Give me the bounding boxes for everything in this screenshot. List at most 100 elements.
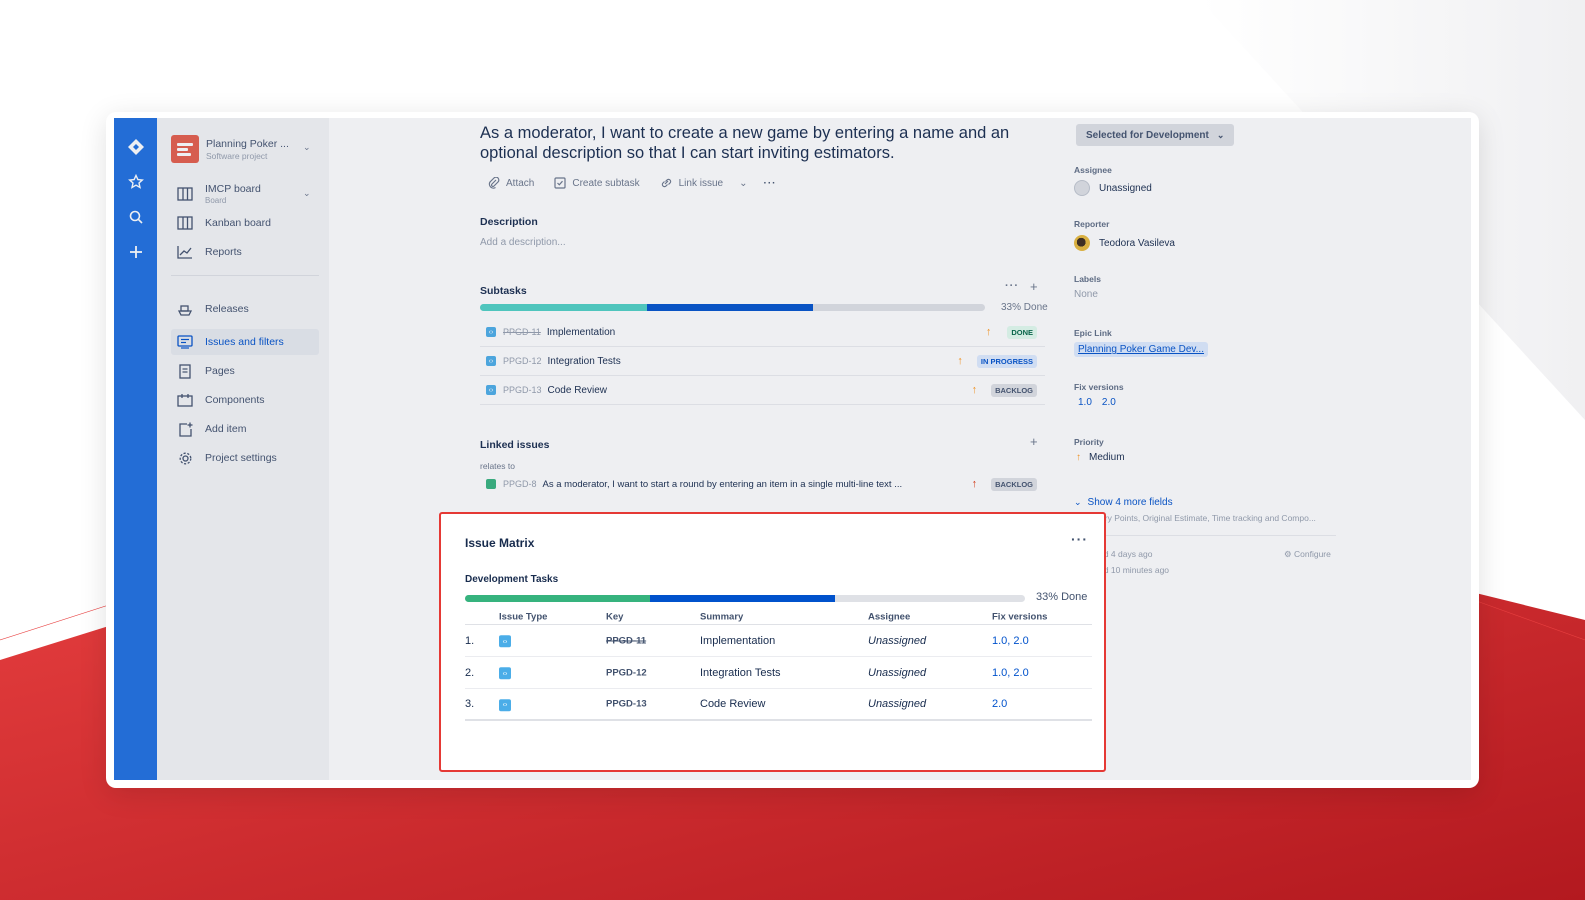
linked-issue-row[interactable]: PPGD-8 As a moderator, I want to start a… [480, 473, 1045, 495]
create-icon[interactable] [125, 241, 147, 263]
subtask-type-icon: ‹› [486, 385, 496, 395]
sidebar-item-label: Project settings [205, 452, 277, 464]
matrix-more-icon[interactable]: ··· [1071, 531, 1088, 547]
assignee-value: Unassigned [1099, 182, 1152, 194]
matrix-progress-label: 33% Done [1036, 591, 1088, 603]
subtask-summary[interactable]: Code Review [548, 385, 972, 396]
story-icon [486, 479, 496, 489]
show-more-fields-link[interactable]: ⌄ Show 4 more fields [1074, 497, 1173, 508]
fix-versions-link[interactable]: 1.0, 2.0 [992, 635, 1029, 647]
subtask-key[interactable]: PPGD-12 [503, 356, 542, 366]
issue-matrix-panel: Issue Matrix ··· Development Tasks 33% D… [439, 512, 1106, 772]
sidebar-item-label: Releases [205, 303, 249, 315]
sidebar-item-releases[interactable]: Releases [177, 300, 249, 318]
component-icon [177, 392, 193, 408]
sidebar-item-pages[interactable]: Pages [177, 362, 235, 380]
issue-key-link[interactable]: PPGD-11 [606, 635, 646, 646]
create-subtask-button[interactable]: Create subtask [546, 172, 647, 194]
subtask-key[interactable]: PPGD-11 [503, 327, 541, 337]
sidebar-item-kanban-board[interactable]: Kanban board [177, 214, 271, 232]
header-summary: Summary [700, 611, 744, 622]
fix-version-link[interactable]: 1.0 [1078, 397, 1092, 408]
chevron-down-icon[interactable]: ⌄ [303, 188, 311, 199]
fix-versions-field[interactable]: 1.0 2.0 [1074, 397, 1126, 408]
linked-issue-summary[interactable]: As a moderator, I want to start a round … [543, 479, 972, 490]
configure-link[interactable]: ⚙ Configure [1284, 549, 1331, 560]
status-value: Selected for Development [1086, 129, 1209, 141]
epic-link-tag[interactable]: Planning Poker Game Dev... [1074, 342, 1208, 357]
subtask-row[interactable]: ‹› PPGD-13 Code Review ↑ BACKLOG [480, 376, 1045, 405]
subtask-row[interactable]: ‹› PPGD-11 Implementation ↑ DONE [480, 318, 1045, 347]
subtask-row[interactable]: ‹› PPGD-12 Integration Tests ↑ IN PROGRE… [480, 347, 1045, 376]
jira-logo-icon[interactable] [125, 136, 147, 158]
create-subtask-label: Create subtask [572, 177, 640, 189]
epic-link-field[interactable]: Planning Poker Game Dev... [1074, 342, 1208, 357]
subtasks-progress-bar [480, 304, 985, 311]
subtasks-more-icon[interactable]: ··· [1005, 280, 1019, 292]
sidebar-item-issues-and-filters[interactable]: Issues and filters [177, 333, 284, 351]
status-badge[interactable]: BACKLOG [991, 477, 1037, 491]
subtask-summary[interactable]: Implementation [547, 327, 986, 338]
issue-summary[interactable]: Code Review [700, 698, 765, 710]
issue-key-link[interactable]: PPGD-12 [606, 667, 647, 678]
subtask-summary[interactable]: Integration Tests [548, 356, 958, 367]
fix-versions-link[interactable]: 2.0 [992, 698, 1007, 710]
status-badge[interactable]: DONE [1007, 325, 1037, 339]
fix-version-link[interactable]: 2.0 [1102, 397, 1116, 408]
attach-button[interactable]: Attach [480, 172, 542, 194]
more-actions-icon[interactable]: ··· [755, 172, 784, 194]
priority-field[interactable]: ↑ Medium [1074, 452, 1125, 463]
row-number: 3. [465, 698, 475, 710]
project-sidebar: Planning Poker ... Software project ⌄ IM… [157, 118, 329, 780]
issue-title[interactable]: As a moderator, I want to create a new g… [480, 123, 1040, 163]
status-badge[interactable]: BACKLOG [991, 383, 1037, 397]
header-fix-versions: Fix versions [992, 611, 1048, 622]
status-dropdown[interactable]: Selected for Development ⌄ [1076, 124, 1235, 146]
sidebar-item-components[interactable]: Components [177, 391, 265, 409]
issue-toolbar: Attach Create subtask Link issue ⌄ ··· [480, 172, 788, 194]
configure-label: Configure [1294, 549, 1331, 559]
chart-icon [177, 244, 193, 260]
issue-key-link[interactable]: PPGD-13 [606, 699, 647, 710]
sidebar-item-board[interactable]: IMCP board Board [177, 182, 261, 206]
star-icon[interactable] [125, 171, 147, 193]
subtask-key[interactable]: PPGD-13 [503, 385, 542, 395]
sidebar-item-label: Add item [205, 423, 247, 435]
paperclip-icon [488, 177, 500, 189]
sidebar-item-project-settings[interactable]: Project settings [177, 449, 277, 467]
subtask-type-icon: ‹› [486, 356, 496, 366]
matrix-table: Issue Type Key Summary Assignee Fix vers… [465, 609, 1092, 721]
row-number: 1. [465, 634, 475, 647]
add-subtask-icon[interactable]: + [1030, 279, 1038, 294]
project-header[interactable]: Planning Poker ... Software project [171, 132, 316, 166]
epic-link-label: Epic Link [1074, 328, 1112, 338]
relates-to-label: relates to [480, 461, 515, 471]
chevron-down-icon[interactable]: ⌄ [735, 172, 751, 194]
matrix-title: Issue Matrix [465, 536, 535, 550]
linked-issue-key[interactable]: PPGD-8 [503, 479, 537, 489]
sidebar-item-label: Pages [205, 365, 235, 377]
assignee-field[interactable]: Unassigned [1074, 180, 1152, 196]
chevron-down-icon: ⌄ [1074, 497, 1082, 507]
issue-summary[interactable]: Implementation [700, 635, 775, 647]
description-field[interactable]: Add a description... [480, 237, 566, 248]
add-link-icon[interactable]: + [1030, 434, 1038, 449]
sidebar-item-add-item[interactable]: Add item [177, 420, 246, 438]
board-type: Board [205, 196, 227, 205]
table-row[interactable]: 3. ‹› PPGD-13 Code Review Unassigned 2.0 [465, 689, 1092, 721]
header-assignee: Assignee [868, 611, 911, 622]
table-row[interactable]: 1. ‹› PPGD-11 Implementation Unassigned … [465, 625, 1092, 657]
status-badge[interactable]: IN PROGRESS [976, 354, 1037, 368]
table-row[interactable]: 2. ‹› PPGD-12 Integration Tests Unassign… [465, 657, 1092, 689]
issue-summary[interactable]: Integration Tests [700, 667, 781, 679]
chevron-down-icon[interactable]: ⌄ [303, 142, 311, 153]
sidebar-item-reports[interactable]: Reports [177, 243, 242, 261]
fix-versions-label: Fix versions [1074, 382, 1124, 392]
reporter-field[interactable]: Teodora Vasileva [1074, 235, 1175, 251]
link-issue-button[interactable]: Link issue [652, 172, 731, 194]
progress-in-progress [646, 304, 814, 311]
labels-value[interactable]: None [1074, 289, 1098, 300]
board-icon [177, 186, 193, 202]
search-icon[interactable] [125, 206, 147, 228]
fix-versions-link[interactable]: 1.0, 2.0 [992, 667, 1029, 679]
